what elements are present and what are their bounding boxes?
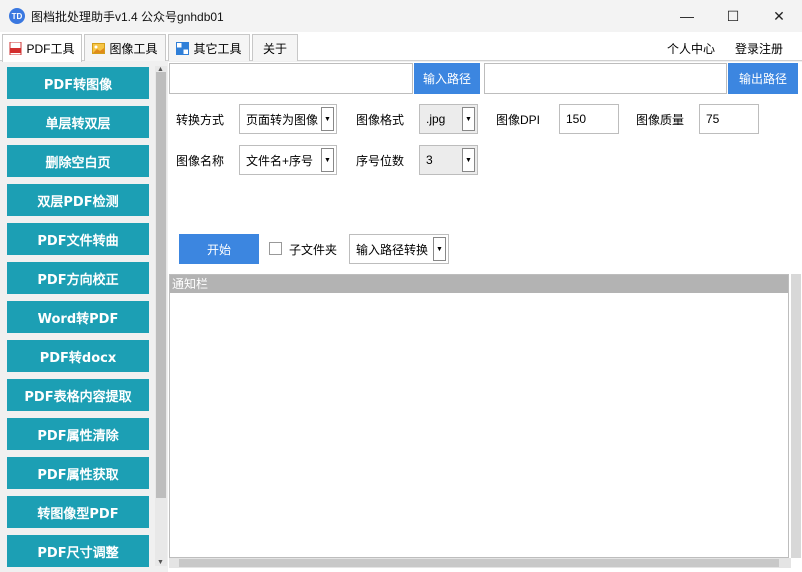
profile-link[interactable]: 个人中心 — [667, 40, 715, 57]
dropdown-arrow-icon[interactable]: ▼ — [462, 107, 475, 131]
tab-label: 其它工具 — [193, 41, 242, 56]
notice-panel[interactable]: 通知栏 — [169, 274, 789, 558]
convert-mode-label: 转换方式 — [176, 113, 225, 127]
dropdown-arrow-icon[interactable]: ▼ — [321, 107, 334, 131]
seq-digits-value: 3 — [426, 153, 433, 167]
input-path-button[interactable]: 输入路径 — [414, 63, 480, 94]
tab-other-tools[interactable]: 其它工具 — [168, 34, 250, 61]
input-path-field[interactable] — [169, 63, 413, 94]
seq-digits-label: 序号位数 — [356, 154, 405, 168]
notice-header: 通知栏 — [170, 275, 788, 293]
quality-label: 图像质量 — [636, 113, 685, 127]
sidebar: PDF转图像 单层转双层 删除空白页 双层PDF检测 PDF文件转曲 PDF方向… — [0, 62, 168, 572]
scrollbar-thumb[interactable] — [179, 559, 779, 567]
close-button[interactable]: ✕ — [756, 0, 802, 32]
sidebar-item-size-adjust[interactable]: PDF尺寸调整 — [7, 535, 149, 567]
grid-tools-icon — [176, 41, 190, 55]
subfolder-label: 子文件夹 — [289, 243, 338, 257]
image-name-select[interactable]: 文件名+序号 ▼ — [239, 145, 337, 175]
sidebar-item-attr-clear[interactable]: PDF属性清除 — [7, 418, 149, 450]
image-format-value: .jpg — [426, 112, 446, 126]
notice-vertical-scrollbar[interactable] — [791, 274, 801, 558]
output-mode-value: 输入路径转换 — [356, 242, 429, 257]
sidebar-item-word-to-pdf[interactable]: Word转PDF — [7, 301, 149, 333]
sidebar-item-table-extract[interactable]: PDF表格内容提取 — [7, 379, 149, 411]
pdf-file-icon — [9, 42, 22, 55]
sidebar-item-pdf-to-image[interactable]: PDF转图像 — [7, 67, 149, 99]
image-format-select[interactable]: .jpg ▼ — [419, 104, 478, 134]
minimize-button[interactable]: — — [664, 0, 710, 32]
app-logo-icon: TD — [9, 8, 25, 24]
image-name-label: 图像名称 — [176, 154, 225, 168]
main-panel: 输入路径 输出路径 转换方式 页面转为图像 ▼ 图像格式 .jpg ▼ 图像DP… — [168, 62, 802, 572]
tab-pdf-tools[interactable]: PDF工具 — [2, 34, 82, 62]
window-controls: — ☐ ✕ — [664, 0, 802, 32]
image-format-label: 图像格式 — [356, 113, 405, 127]
sidebar-item-attr-get[interactable]: PDF属性获取 — [7, 457, 149, 489]
tab-label: PDF工具 — [26, 42, 75, 56]
login-link[interactable]: 登录注册 — [735, 40, 783, 57]
sidebar-item-image-pdf[interactable]: 转图像型PDF — [7, 496, 149, 528]
sidebar-item-double-layer-check[interactable]: 双层PDF检测 — [7, 184, 149, 216]
dropdown-arrow-icon[interactable]: ▼ — [462, 148, 475, 172]
dpi-input[interactable]: 150 — [559, 104, 619, 134]
notice-horizontal-scrollbar[interactable] — [169, 558, 791, 568]
output-mode-select[interactable]: 输入路径转换 ▼ — [349, 234, 449, 264]
sidebar-item-remove-blank[interactable]: 删除空白页 — [7, 145, 149, 177]
sidebar-item-orientation[interactable]: PDF方向校正 — [7, 262, 149, 294]
subfolder-checkbox[interactable] — [269, 242, 282, 255]
sidebar-item-pdf-to-docx[interactable]: PDF转docx — [7, 340, 149, 372]
sidebar-item-single-to-double[interactable]: 单层转双层 — [7, 106, 149, 138]
tab-bar: PDF工具 图像工具 其它工具 关于 个人中心 登录注册 — [0, 32, 802, 62]
tab-label: 图像工具 — [109, 41, 158, 56]
maximize-button[interactable]: ☐ — [710, 0, 756, 32]
tab-label: 关于 — [262, 41, 287, 56]
sidebar-scrollbar[interactable]: ▲ ▼ — [155, 66, 167, 566]
start-button[interactable]: 开始 — [179, 234, 259, 264]
output-path-field[interactable] — [484, 63, 727, 94]
dpi-label: 图像DPI — [496, 113, 541, 127]
image-name-value: 文件名+序号 — [246, 153, 314, 168]
title-bar: TD 图档批处理助手v1.4 公众号gnhdb01 — ☐ ✕ — [0, 0, 802, 32]
quality-input[interactable]: 75 — [699, 104, 759, 134]
sidebar-item-pdf-outline[interactable]: PDF文件转曲 — [7, 223, 149, 255]
scroll-down-icon[interactable]: ▼ — [157, 559, 164, 566]
scrollbar-thumb[interactable] — [156, 72, 166, 498]
image-icon — [92, 42, 106, 54]
tab-about[interactable]: 关于 — [252, 34, 298, 61]
convert-mode-select[interactable]: 页面转为图像 ▼ — [239, 104, 337, 134]
tab-image-tools[interactable]: 图像工具 — [84, 34, 166, 61]
output-path-button[interactable]: 输出路径 — [728, 63, 798, 94]
window-title: 图档批处理助手v1.4 公众号gnhdb01 — [31, 9, 224, 24]
dropdown-arrow-icon[interactable]: ▼ — [433, 237, 446, 261]
seq-digits-select[interactable]: 3 ▼ — [419, 145, 478, 175]
dropdown-arrow-icon[interactable]: ▼ — [321, 148, 334, 172]
convert-mode-value: 页面转为图像 — [246, 112, 319, 127]
